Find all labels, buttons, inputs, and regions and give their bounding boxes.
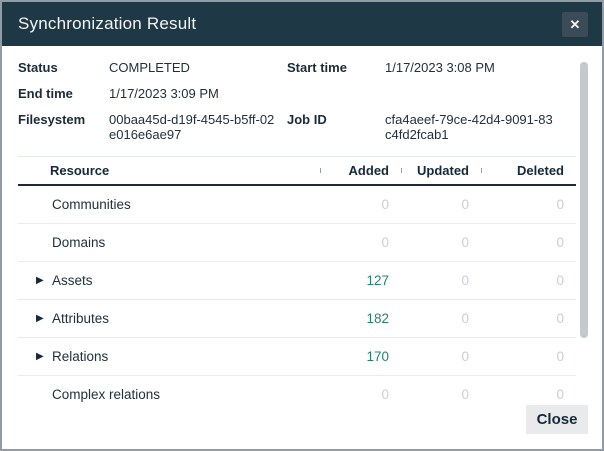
added-count: 182 [320,311,401,326]
expand-arrow-icon[interactable]: ▶ [36,351,52,362]
resource-name: Complex relations [52,387,160,402]
column-header-resource: Resource [18,163,320,178]
updated-count: 0 [401,273,481,288]
end-time-label: End time [18,86,109,101]
updated-count: 0 [401,387,481,402]
status-label: Status [18,60,109,75]
deleted-count: 0 [481,235,576,250]
table-row: ▶ Domains 0 0 0 [18,224,576,262]
added-count: 0 [320,235,401,250]
close-icon[interactable]: ✕ [562,12,588,37]
added-count: 0 [320,387,401,402]
resource-name: Assets [52,273,93,288]
dialog-title: Synchronization Result [18,14,196,34]
vertical-scrollbar[interactable] [580,62,588,338]
sync-info-section: Status COMPLETED Start time 1/17/2023 3:… [18,46,576,142]
status-value: COMPLETED [109,60,287,75]
table-row: ▶ Relations 170 0 0 [18,338,576,376]
updated-count: 0 [401,349,481,364]
deleted-count: 0 [481,311,576,326]
updated-count: 0 [401,235,481,250]
table-row: ▶ Communities 0 0 0 [18,186,576,224]
deleted-count: 0 [481,387,576,402]
resource-cell: ▶ Assets [18,273,320,288]
start-time-label: Start time [287,60,385,75]
expand-arrow-icon[interactable]: ▶ [36,275,52,286]
expand-arrow-icon[interactable]: ▶ [36,313,52,324]
end-time-value: 1/17/2023 3:09 PM [109,86,287,101]
updated-count: 0 [401,197,481,212]
updated-count: 0 [401,311,481,326]
resource-table: Resource Added Updated Deleted ▶ Communi… [18,156,576,409]
table-row: ▶ Complex relations 0 0 0 [18,376,576,409]
dialog-header: Synchronization Result ✕ [2,2,602,46]
resource-table-body: ▶ Communities 0 0 0 ▶ Domains 0 0 0 ▶ As… [18,186,576,409]
resource-table-header: Resource Added Updated Deleted [18,156,576,186]
resource-name: Communities [52,197,131,212]
column-header-deleted: Deleted [481,163,576,178]
resource-cell: ▶ Complex relations [18,387,320,402]
job-id-label: Job ID [287,112,385,142]
column-header-updated: Updated [401,163,481,178]
added-count: 0 [320,197,401,212]
resource-name: Attributes [52,311,109,326]
dialog-body: Status COMPLETED Start time 1/17/2023 3:… [2,46,602,409]
filesystem-value: 00baa45d-d19f-4545-b5ff-02e016e6ae97 [109,112,287,142]
resource-name: Relations [52,349,108,364]
table-row: ▶ Assets 127 0 0 [18,262,576,300]
resource-cell: ▶ Attributes [18,311,320,326]
job-id-value: cfa4aeef-79ce-42d4-9091-83c4fd2fcab1 [385,112,565,142]
column-header-added: Added [320,163,401,178]
filesystem-label: Filesystem [18,112,109,142]
resource-cell: ▶ Communities [18,197,320,212]
resource-cell: ▶ Relations [18,349,320,364]
resource-cell: ▶ Domains [18,235,320,250]
deleted-count: 0 [481,197,576,212]
close-button[interactable]: Close [526,405,588,434]
table-row: ▶ Attributes 182 0 0 [18,300,576,338]
resource-name: Domains [52,235,105,250]
added-count: 127 [320,273,401,288]
synchronization-result-dialog: Synchronization Result ✕ Status COMPLETE… [0,0,604,451]
start-time-value: 1/17/2023 3:08 PM [385,60,565,75]
added-count: 170 [320,349,401,364]
deleted-count: 0 [481,273,576,288]
deleted-count: 0 [481,349,576,364]
